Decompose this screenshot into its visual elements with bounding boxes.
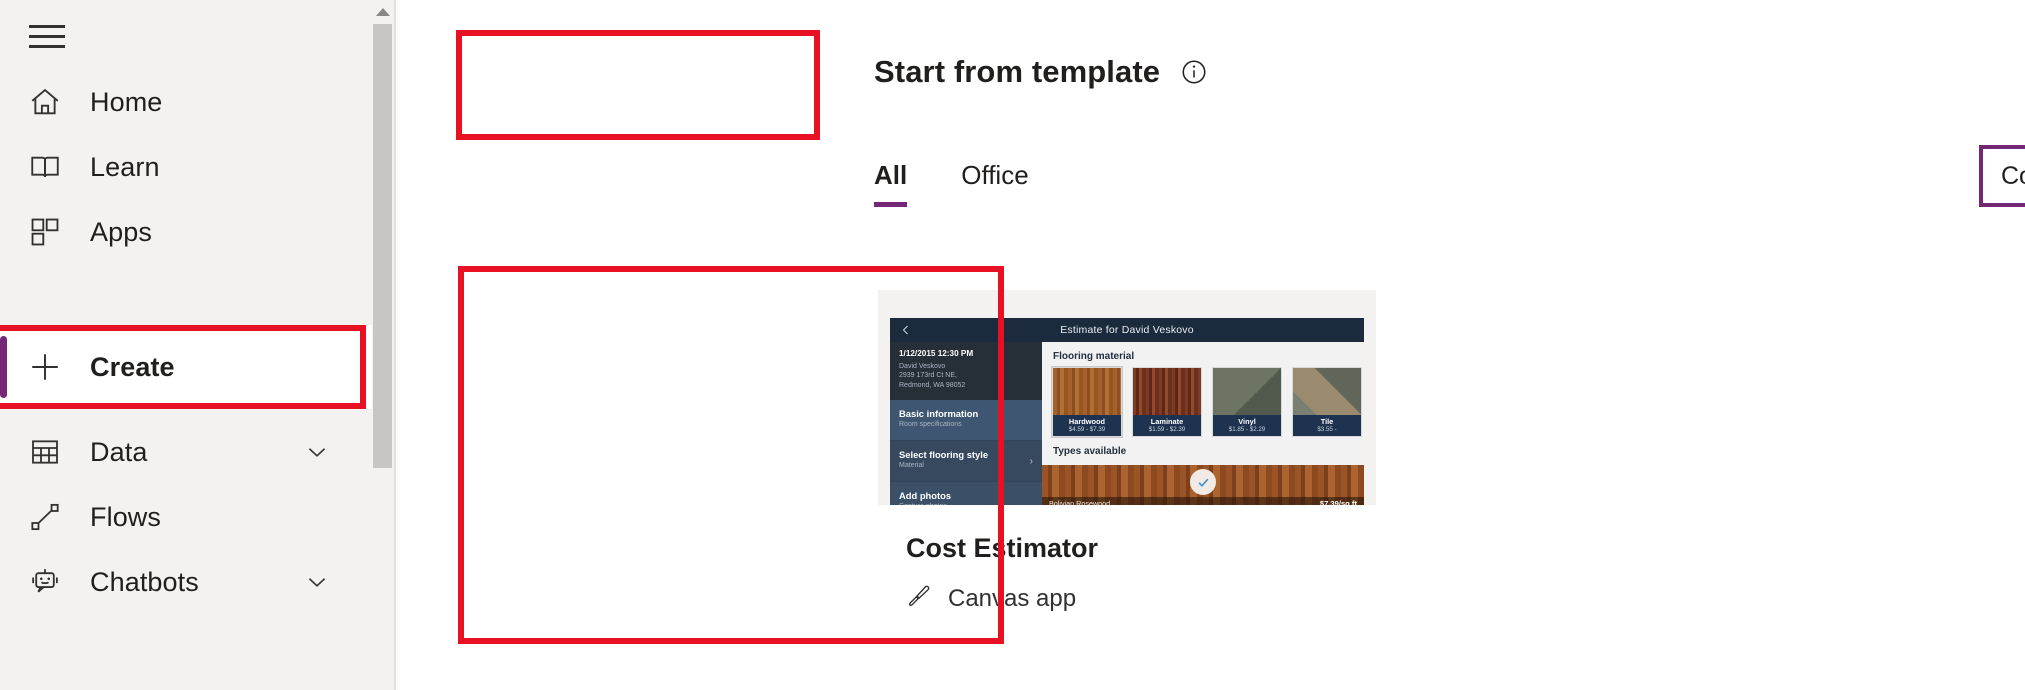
paintbrush-icon	[906, 583, 932, 614]
preview-menu-subtitle: Room specifications	[899, 421, 962, 428]
preview-material-swatch: Hardwood $4.59 - $7.39	[1052, 367, 1122, 437]
sidebar-item-label: Flows	[90, 501, 162, 532]
preview-menu-title: Add photos	[899, 490, 952, 501]
preview-sidebar: 1/12/2015 12:30 PM David Veskovo 2939 17…	[890, 342, 1042, 505]
preview-menu-item: Select flooring style Material ›	[890, 441, 1042, 482]
checkmark-icon	[1190, 469, 1216, 495]
preview-menu-subtitle: Material	[899, 462, 924, 469]
search-box[interactable]	[1979, 145, 2025, 207]
tab-all[interactable]: All	[874, 160, 908, 207]
tab-label: Office	[961, 160, 1029, 190]
main-content: Start from template All Office Cost Esti…	[396, 0, 2025, 690]
sidebar-item-label: Learn	[90, 151, 160, 182]
tab-active-underline	[874, 202, 908, 207]
home-icon	[22, 79, 68, 125]
sidebar-item-label: Home	[90, 86, 163, 117]
preview-material-price: $1.59 - $2.39	[1148, 426, 1186, 434]
preview-material-caption: Tile $3.55 -	[1293, 415, 1361, 436]
preview-material-swatch: Tile $3.55 -	[1292, 367, 1362, 437]
tab-office[interactable]: Office	[961, 160, 1028, 207]
flow-icon	[22, 494, 68, 540]
sidebar-item-label: Apps	[90, 216, 152, 247]
template-thumbnail: Estimate for David Veskovo 1/12/2015 12:…	[878, 290, 1376, 505]
apps-grid-icon	[22, 209, 68, 255]
preview-material-price: $4.59 - $7.39	[1068, 426, 1106, 434]
preview-material-price: $1.85 - $2.29	[1228, 426, 1266, 434]
preview-customer-name: David Veskovo	[899, 362, 946, 370]
preview-menu-subtitle: Capture photos	[899, 503, 1042, 505]
preview-header: Estimate for David Veskovo	[890, 318, 1364, 342]
preview-datetime: 1/12/2015 12:30 PM	[899, 349, 974, 358]
sidebar: Home Learn Apps Create Data Flows Chatbo…	[0, 0, 372, 690]
preview-material-caption: Vinyl $1.85 - $2.29	[1213, 415, 1281, 436]
preview-menu-title: Basic information	[899, 408, 979, 419]
selected-indicator	[0, 336, 7, 398]
app-preview-image: Estimate for David Veskovo 1/12/2015 12:…	[890, 318, 1364, 505]
sidebar-item-label: Chatbots	[90, 566, 199, 597]
preview-menu-item: Add photos Capture photos	[890, 482, 1042, 505]
sidebar-item-label: Create	[90, 351, 175, 382]
preview-section-materials: Flooring material	[1053, 351, 1135, 362]
chevron-left-icon	[898, 322, 914, 338]
template-card-cost-estimator[interactable]: Estimate for David Veskovo 1/12/2015 12:…	[878, 290, 1376, 620]
tab-label: All	[874, 160, 908, 190]
preview-material-swatch: Vinyl $1.85 - $2.29	[1212, 367, 1282, 437]
preview-address-1: 2939 173rd Ct NE,	[899, 372, 957, 380]
preview-material-name: Laminate	[1150, 416, 1184, 426]
sidebar-item-apps[interactable]: Apps	[0, 190, 372, 274]
preview-material-caption: Laminate $1.59 - $2.39	[1133, 415, 1201, 436]
template-filter-tabs: All Office	[874, 160, 1029, 207]
preview-hero-name: Bolivian Rosewood	[1049, 499, 1111, 505]
robot-icon	[22, 559, 68, 605]
hamburger-menu-icon[interactable]	[20, 14, 74, 58]
sidebar-scrollbar-thumb[interactable]	[373, 24, 392, 468]
book-icon	[22, 144, 68, 190]
preview-material-name: Hardwood	[1068, 416, 1106, 426]
sidebar-item-create[interactable]: Create	[0, 325, 372, 409]
plus-icon	[22, 344, 68, 390]
preview-material-price: $3.55 -	[1317, 426, 1337, 434]
preview-hero-material: Bolivian Rosewood $7.39/sq ft	[1042, 465, 1364, 505]
preview-hero-caption: Bolivian Rosewood $7.39/sq ft	[1042, 497, 1364, 505]
chevron-right-icon: ›	[1029, 456, 1033, 467]
preview-menu-item: Basic information Room specifications	[890, 400, 1042, 441]
preview-section-types: Types available	[1053, 446, 1127, 457]
hamburger-bar-2	[29, 34, 65, 38]
preview-hero-price: $7.39/sq ft	[1319, 499, 1357, 505]
chevron-down-icon[interactable]	[304, 569, 330, 595]
table-icon	[22, 429, 68, 475]
preview-menu-title: Select flooring style	[899, 449, 989, 460]
scroll-up-arrow-icon[interactable]	[374, 4, 392, 20]
preview-material-name: Vinyl	[1238, 416, 1256, 426]
preview-address-2: Redmond, WA 98052	[899, 381, 966, 389]
sidebar-item-chatbots[interactable]: Chatbots	[0, 540, 372, 624]
search-input[interactable]	[1983, 149, 2025, 203]
page-title-row: Start from template	[874, 54, 1208, 90]
preview-content: Flooring material Hardwood $4.59 - $7.39…	[1042, 342, 1364, 505]
preview-header-title: Estimate for David Veskovo	[1060, 324, 1194, 336]
preview-material-caption: Hardwood $4.59 - $7.39	[1053, 415, 1121, 436]
template-card-title: Cost Estimator	[906, 533, 1099, 563]
hamburger-bar-1	[29, 24, 65, 28]
preview-material-name: Tile	[1320, 416, 1334, 426]
preview-customer-info: 1/12/2015 12:30 PM David Veskovo 2939 17…	[890, 342, 1042, 400]
page-title: Start from template	[874, 54, 1161, 89]
hamburger-bar-3	[29, 44, 65, 48]
info-circle-icon[interactable]	[1180, 58, 1208, 86]
template-card-meta: Canvas app	[906, 583, 1076, 614]
template-card-type: Canvas app	[948, 584, 1077, 612]
chevron-down-icon[interactable]	[304, 439, 330, 465]
sidebar-item-label: Data	[90, 436, 148, 467]
preview-material-swatch: Laminate $1.59 - $2.39	[1132, 367, 1202, 437]
